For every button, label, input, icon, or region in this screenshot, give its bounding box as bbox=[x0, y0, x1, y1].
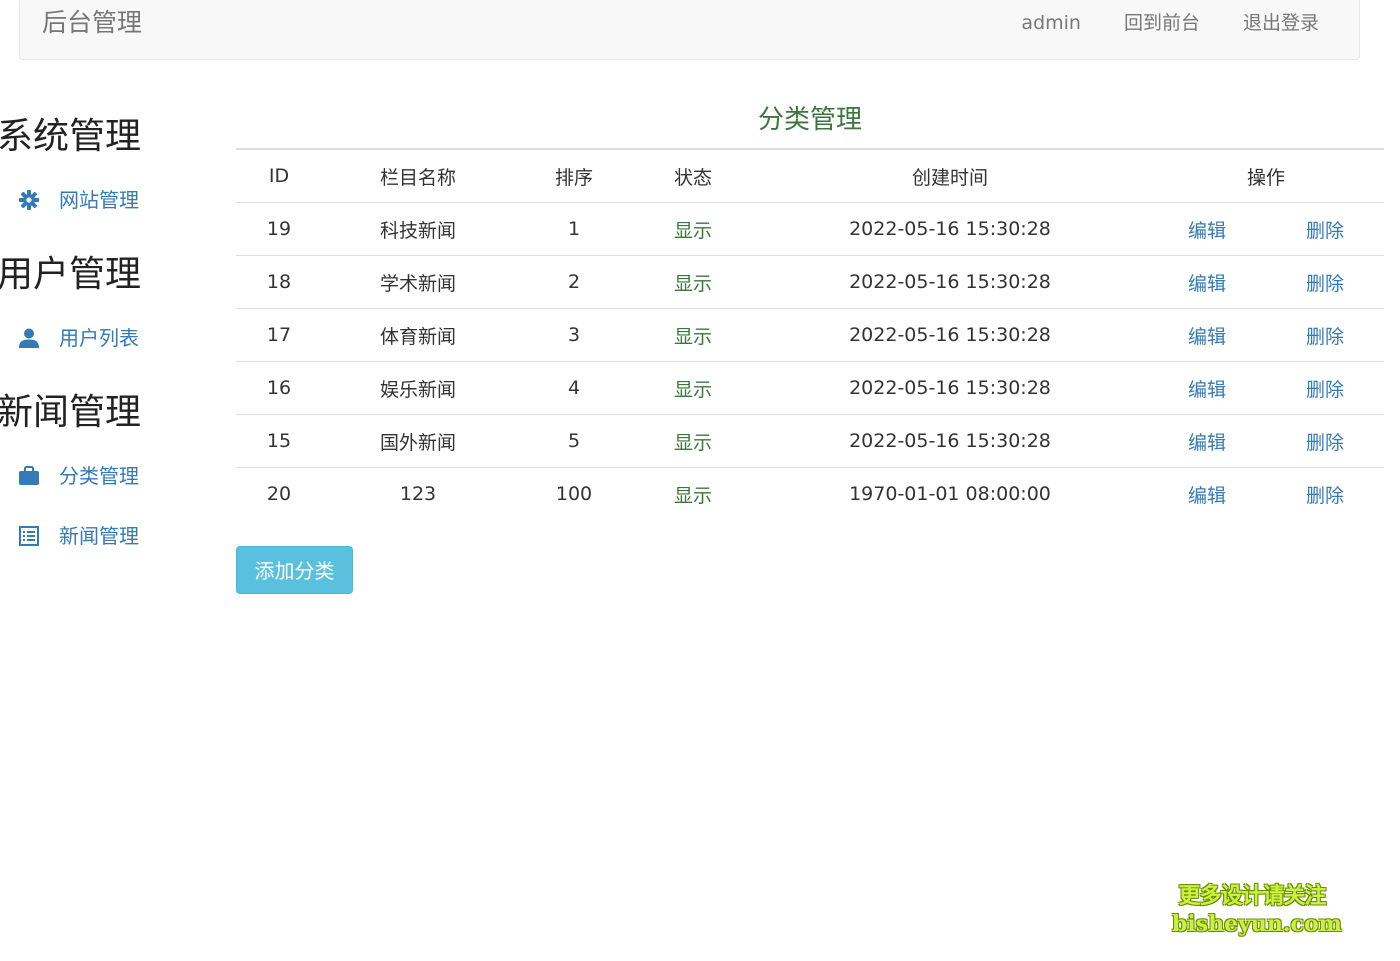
sidebar-item-label: 网站管理 bbox=[59, 188, 139, 212]
column-header-actions: 操作 bbox=[1148, 148, 1384, 203]
list-icon bbox=[18, 525, 40, 547]
sidebar-item-user-list[interactable]: 用户列表 bbox=[18, 324, 139, 352]
table-row: 16 娱乐新闻 4 显示 2022-05-16 15:30:28 编辑 删除 bbox=[236, 361, 1384, 415]
cell-name: 科技新闻 bbox=[379, 219, 456, 242]
delete-link[interactable]: 删除 bbox=[1306, 432, 1344, 454]
cell-id: 19 bbox=[266, 218, 292, 240]
table-header-row: ID 栏目名称 排序 状态 创建时间 操作 bbox=[236, 148, 1384, 203]
watermark: 更多设计请关注 bisheyun.com bbox=[1172, 882, 1342, 938]
navbar-right-links: admin 回到前台 退出登录 bbox=[978, 9, 1319, 37]
cell-id: 16 bbox=[236, 361, 322, 415]
user-icon bbox=[18, 327, 40, 349]
cell-name: 学术新闻 bbox=[322, 255, 514, 309]
category-table: ID 栏目名称 排序 状态 创建时间 操作 19 科技新闻 1 显示 2022-… bbox=[236, 148, 1384, 520]
column-header-created: 创建时间 bbox=[752, 148, 1148, 203]
column-header-name: 栏目名称 bbox=[322, 148, 514, 203]
cell-id: 20 bbox=[236, 467, 322, 520]
table-row: 17 体育新闻 3 显示 2022-05-16 15:30:28 编辑 删除 bbox=[236, 308, 1384, 362]
navbar-brand[interactable]: 后台管理 bbox=[42, 5, 142, 41]
briefcase-icon bbox=[18, 465, 40, 487]
sidebar-group-title-system: 系统管理 bbox=[0, 116, 142, 157]
page-title: 分类管理 bbox=[757, 105, 862, 135]
edit-link[interactable]: 编辑 bbox=[1188, 432, 1226, 454]
cell-name: 123 bbox=[322, 467, 514, 520]
cell-created: 2022-05-16 15:30:28 bbox=[752, 255, 1148, 309]
cell-id: 18 bbox=[236, 255, 322, 309]
nav-link-logout[interactable]: 退出登录 bbox=[1243, 9, 1319, 37]
table-row: 20 123 100 显示 1970-01-01 08:00:00 编辑 删除 bbox=[236, 467, 1384, 520]
column-header-status: 状态 bbox=[634, 148, 752, 203]
sidebar-item-news-management[interactable]: 新闻管理 bbox=[18, 522, 139, 550]
cell-created: 1970-01-01 08:00:00 bbox=[752, 467, 1148, 520]
cell-created: 2022-05-16 15:30:28 bbox=[752, 361, 1148, 415]
cell-sort: 1 bbox=[567, 218, 581, 240]
edit-link[interactable]: 编辑 bbox=[1188, 485, 1226, 507]
column-header-sort: 排序 bbox=[514, 148, 634, 203]
sidebar-group-title-news: 新闻管理 bbox=[0, 392, 142, 433]
edit-link[interactable]: 编辑 bbox=[1188, 326, 1226, 348]
delete-link[interactable]: 删除 bbox=[1306, 379, 1344, 401]
watermark-line2: bisheyun.com bbox=[1172, 911, 1342, 937]
delete-link[interactable]: 删除 bbox=[1306, 326, 1344, 348]
cell-created: 2022-05-16 15:30:28 bbox=[752, 308, 1148, 362]
cell-created: 2022-05-16 15:30:28 bbox=[752, 414, 1148, 468]
status-link[interactable]: 显示 bbox=[674, 432, 712, 454]
column-header-id: ID bbox=[236, 148, 322, 203]
status-link[interactable]: 显示 bbox=[674, 485, 712, 507]
gear-icon bbox=[18, 189, 40, 211]
cell-created: 2022-05-16 15:30:28 bbox=[849, 218, 1051, 240]
status-link[interactable]: 显示 bbox=[674, 326, 712, 348]
status-link[interactable]: 显示 bbox=[674, 220, 712, 242]
status-link[interactable]: 显示 bbox=[674, 273, 712, 295]
sidebar-item-label: 用户列表 bbox=[59, 326, 139, 350]
cell-sort: 5 bbox=[514, 414, 634, 468]
delete-link[interactable]: 删除 bbox=[1306, 485, 1344, 507]
cell-sort: 100 bbox=[514, 467, 634, 520]
cell-id: 17 bbox=[236, 308, 322, 362]
watermark-line1: 更多设计请关注 bbox=[1178, 883, 1326, 909]
top-navbar: 后台管理 admin 回到前台 退出登录 bbox=[19, 0, 1360, 60]
cell-sort: 3 bbox=[514, 308, 634, 362]
sidebar-item-label: 新闻管理 bbox=[59, 524, 139, 548]
table-row: 15 国外新闻 5 显示 2022-05-16 15:30:28 编辑 删除 bbox=[236, 414, 1384, 468]
table-row: 18 学术新闻 2 显示 2022-05-16 15:30:28 编辑 删除 bbox=[236, 255, 1384, 309]
nav-link-back-to-front[interactable]: 回到前台 bbox=[1124, 9, 1200, 37]
sidebar-group-title-user: 用户管理 bbox=[0, 254, 142, 295]
edit-link[interactable]: 编辑 bbox=[1188, 379, 1226, 401]
table-row: 19 科技新闻 1 显示 2022-05-16 15:30:28 编辑 删除 bbox=[236, 203, 1384, 256]
status-link[interactable]: 显示 bbox=[674, 379, 712, 401]
cell-name: 国外新闻 bbox=[322, 414, 514, 468]
nav-link-admin[interactable]: admin bbox=[1021, 9, 1081, 37]
cell-name: 娱乐新闻 bbox=[322, 361, 514, 415]
delete-link[interactable]: 删除 bbox=[1306, 273, 1344, 295]
add-category-button[interactable]: 添加分类 bbox=[236, 546, 353, 594]
cell-id: 15 bbox=[236, 414, 322, 468]
delete-link[interactable]: 删除 bbox=[1306, 220, 1344, 242]
cell-name: 体育新闻 bbox=[322, 308, 514, 362]
sidebar-item-category-management[interactable]: 分类管理 bbox=[18, 462, 139, 490]
cell-sort: 2 bbox=[514, 255, 634, 309]
edit-link[interactable]: 编辑 bbox=[1188, 273, 1226, 295]
edit-link[interactable]: 编辑 bbox=[1188, 220, 1226, 242]
sidebar-item-site-management[interactable]: 网站管理 bbox=[18, 186, 139, 214]
sidebar-item-label: 分类管理 bbox=[59, 464, 139, 488]
cell-sort: 4 bbox=[514, 361, 634, 415]
